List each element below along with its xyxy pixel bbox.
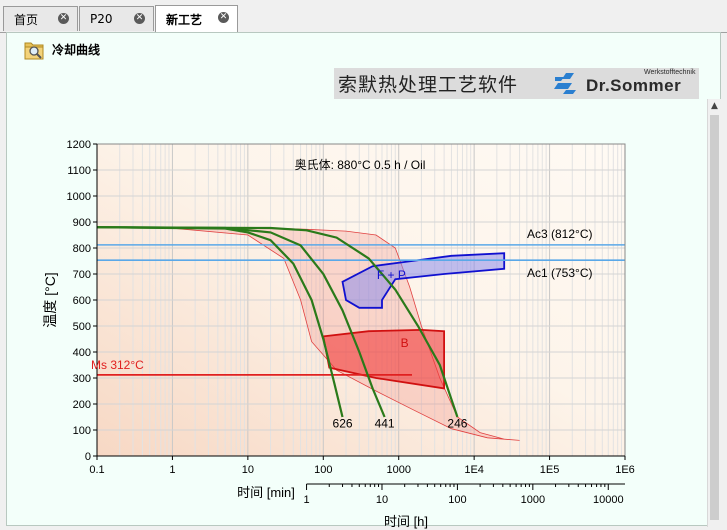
- x-tick-label: 1E6: [615, 464, 635, 476]
- y-tick-label: 300: [73, 373, 91, 385]
- y-tick-label: 400: [73, 347, 91, 359]
- y-tick-label: 1200: [67, 139, 91, 151]
- region-label: B: [401, 336, 409, 350]
- x-tick-label: 10: [242, 464, 254, 476]
- y-tick-label: 600: [73, 295, 91, 307]
- y-tick-label: 1100: [67, 165, 91, 177]
- y-axis-label: 温度 [°C]: [42, 272, 58, 327]
- x-tick-label: 1000: [386, 464, 410, 476]
- y-tick-label: 200: [73, 399, 91, 411]
- x-tick-label: 1: [169, 464, 175, 476]
- hour-tick-label: 100: [448, 494, 466, 506]
- chart-title: 奥氏体: 880°C 0.5 h / Oil: [295, 158, 426, 172]
- y-tick-label: 100: [73, 425, 91, 437]
- x-axis-label-min: 时间 [min]: [237, 485, 295, 500]
- ms-label: Ms 312°C: [91, 358, 144, 372]
- hour-tick-label: 1000: [521, 494, 545, 506]
- y-tick-label: 1000: [67, 191, 91, 203]
- hour-tick-label: 1: [303, 494, 309, 506]
- cooling-curve-label: 626: [333, 416, 353, 430]
- cooling-curve-label: 441: [375, 416, 395, 430]
- cooling-curve-label: 246: [447, 416, 467, 430]
- ac-label: Ac3 (812°C): [527, 227, 593, 241]
- y-tick-label: 500: [73, 321, 91, 333]
- x-tick-label: 100: [314, 464, 332, 476]
- x-tick-label: 1E4: [464, 464, 484, 476]
- hour-tick-label: 10000: [593, 494, 624, 506]
- x-tick-label: 1E5: [540, 464, 560, 476]
- y-tick-label: 0: [85, 451, 91, 463]
- y-tick-label: 700: [73, 269, 91, 281]
- ac-label: Ac1 (753°C): [527, 266, 593, 280]
- cct-chart: 0100200300400500600700800900100011001200…: [42, 139, 635, 529]
- hour-tick-label: 10: [376, 494, 388, 506]
- x-tick-label: 0.1: [89, 464, 104, 476]
- y-tick-label: 900: [73, 217, 91, 229]
- x-axis-label-hour: 时间 [h]: [384, 514, 428, 529]
- region-label: F + P: [377, 268, 406, 282]
- y-tick-label: 800: [73, 243, 91, 255]
